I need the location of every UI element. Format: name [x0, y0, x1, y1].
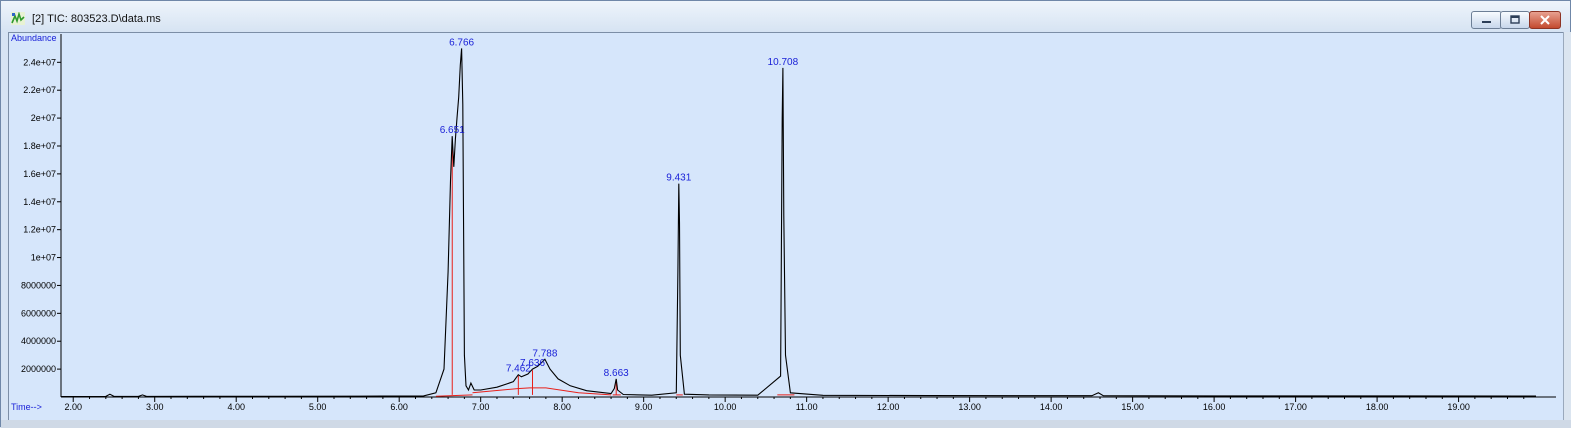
x-tick-label: 8.00: [553, 402, 571, 412]
chromatogram-chart: 2000000 4000000 6000000 8000000 1e+07 1.2e+07…: [11, 33, 1556, 412]
x-tick-label: 19.00: [1447, 402, 1470, 412]
x-tick-label: 6.00: [390, 402, 408, 412]
peak-label: 10.708: [768, 57, 799, 68]
y-tick-label: 2.4e+07: [23, 57, 56, 67]
x-tick-label: 13.00: [958, 402, 981, 412]
x-tick-label: 14.00: [1040, 402, 1063, 412]
x-tick-label: 12.00: [877, 402, 900, 412]
x-tick-label: 7.00: [472, 402, 490, 412]
integration-baseline: [435, 394, 473, 397]
y-tick-label: 1.6e+07: [23, 169, 56, 179]
y-tick-label: 2.2e+07: [23, 85, 56, 95]
x-tick-label: 9.00: [635, 402, 653, 412]
peak-label: 8.663: [604, 368, 629, 379]
peak-label: 9.431: [666, 173, 691, 184]
tic-trace: [60, 48, 1537, 398]
x-tick-label: 5.00: [309, 402, 327, 412]
y-tick-label: 1.4e+07: [23, 197, 56, 207]
y-tick-label: 8000000: [21, 280, 56, 290]
x-tick-label: 16.00: [1203, 402, 1226, 412]
x-tick-label: 18.00: [1366, 402, 1389, 412]
x-axis-label: Time-->: [11, 402, 42, 412]
y-tick-label: 6000000: [21, 308, 56, 318]
x-tick-label: 17.00: [1284, 402, 1307, 412]
x-tick-label: 3.00: [146, 402, 164, 412]
y-tick-label: 1.2e+07: [23, 225, 56, 235]
peak-label: 6.651: [440, 125, 465, 136]
y-axis-label: Abundance: [11, 33, 57, 43]
y-tick-label: 4000000: [21, 336, 56, 346]
y-tick-label: 2000000: [21, 364, 56, 374]
peak-label: 6.766: [449, 37, 474, 48]
x-tick-label: 4.00: [227, 402, 245, 412]
x-tick-label: 2.00: [64, 402, 82, 412]
x-tick-label: 15.00: [1121, 402, 1144, 412]
peak-label: 7.636: [520, 358, 545, 369]
y-tick-label: 2e+07: [31, 113, 56, 123]
peak-label: 7.788: [532, 348, 557, 359]
x-tick-label: 10.00: [714, 402, 737, 412]
x-tick-label: 11.00: [796, 402, 818, 412]
y-tick-label: 1.8e+07: [23, 141, 56, 151]
y-tick-label: 1e+07: [31, 253, 56, 263]
